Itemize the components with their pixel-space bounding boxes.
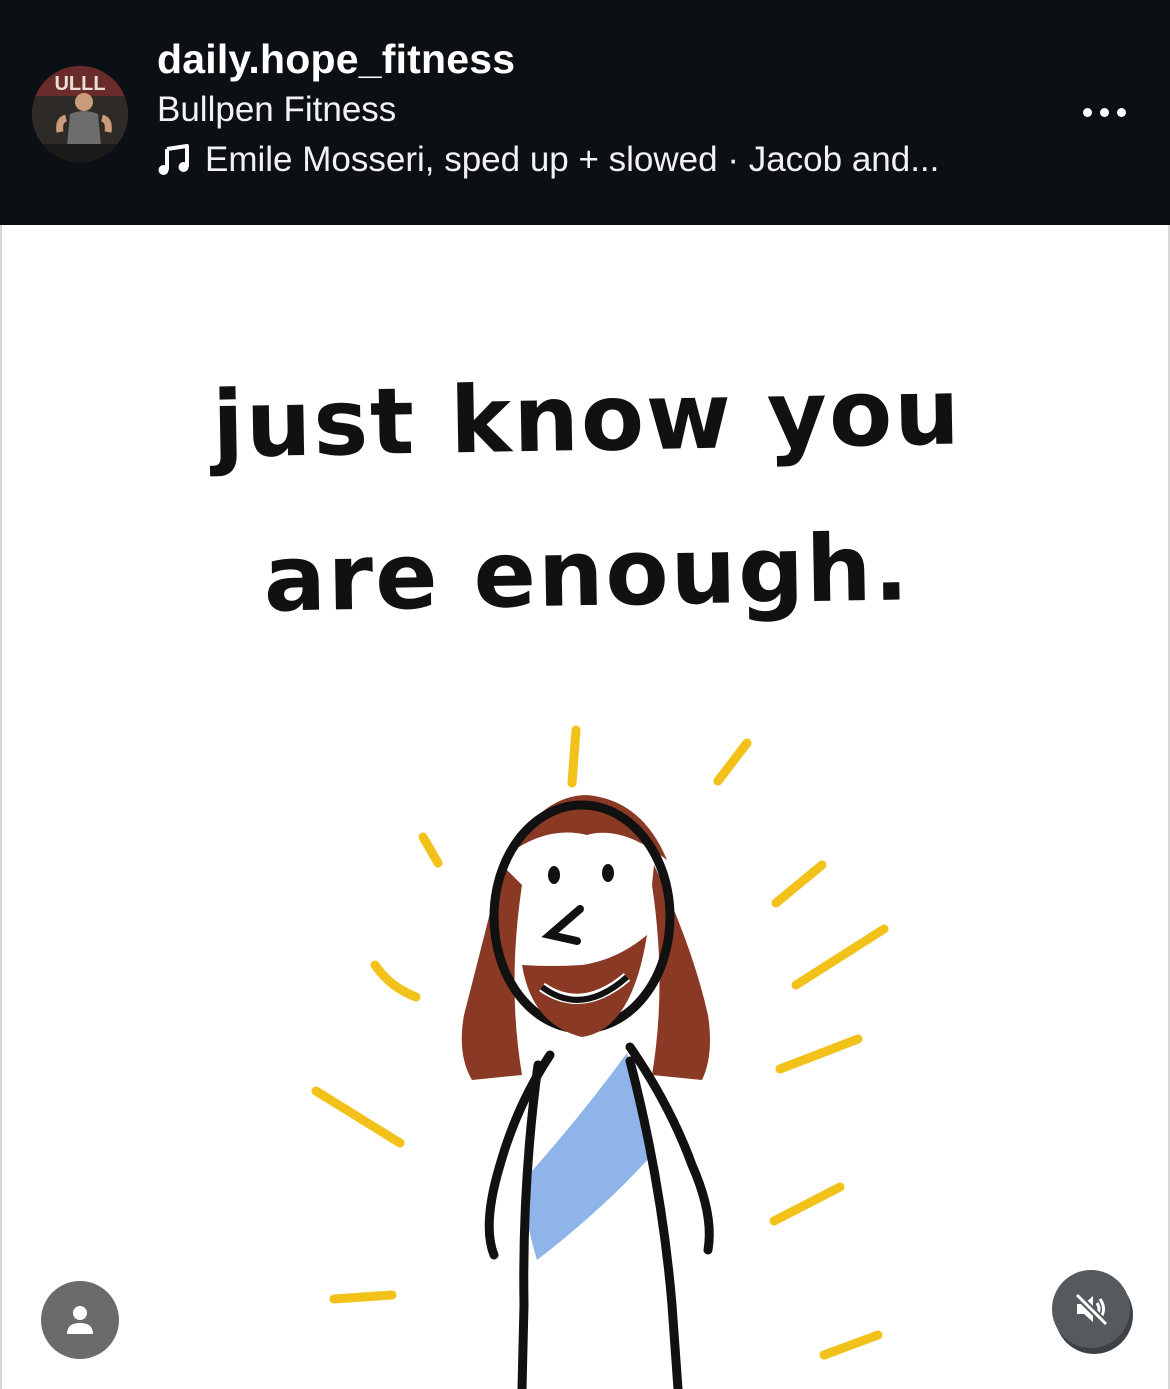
username[interactable]: daily.hope_fitness [157, 36, 515, 83]
mute-button[interactable] [1052, 1270, 1130, 1348]
speaker-muted-icon [1074, 1292, 1109, 1327]
music-note-icon [158, 144, 189, 175]
post-header: ULLL daily.hope_fitness Bullpen Fitness … [0, 0, 1170, 225]
tagged-users-button[interactable] [41, 1281, 119, 1359]
more-options-button[interactable] [1072, 92, 1136, 132]
svg-text:ULLL: ULLL [54, 73, 105, 95]
jesus-illustration [311, 725, 889, 1389]
location-label[interactable]: Bullpen Fitness [157, 90, 396, 130]
post-media[interactable]: just know you are enough. [0, 225, 1170, 1389]
audio-track[interactable]: Emile Mosseri, sped up + slowed · Jacob … [157, 140, 939, 180]
audio-track-label: Emile Mosseri, sped up + slowed · Jacob … [205, 140, 940, 179]
beard [522, 935, 647, 1037]
more-horizontal-icon [1082, 107, 1092, 117]
profile-avatar[interactable]: ULLL [32, 66, 128, 162]
user-tag-icon [67, 1306, 93, 1334]
